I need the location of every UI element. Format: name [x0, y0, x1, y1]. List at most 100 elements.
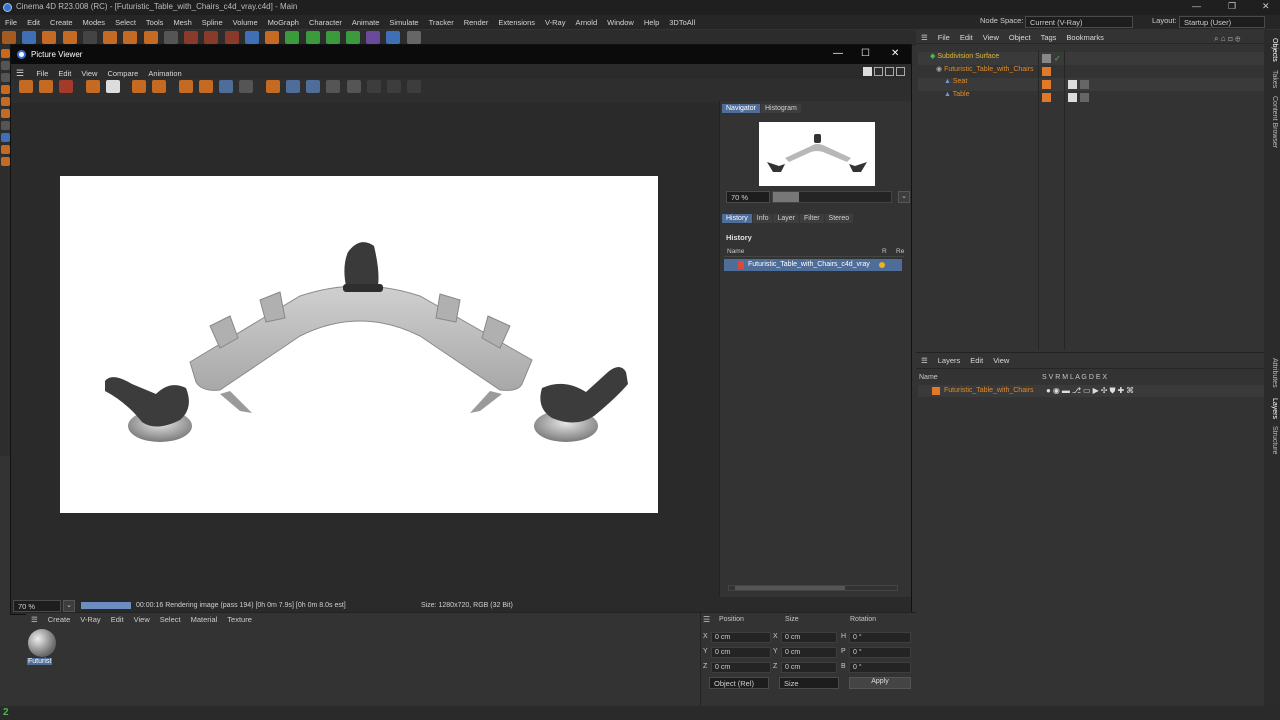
recent-tools-icon[interactable]	[82, 31, 97, 44]
enabled-check-icon[interactable]: ✓	[1054, 54, 1061, 63]
light-icon[interactable]	[406, 31, 421, 44]
vtab-objects[interactable]: Objects	[1271, 38, 1278, 62]
rotation-b-field[interactable]: 0 °	[849, 662, 911, 673]
rendered-image[interactable]	[60, 176, 658, 513]
split-horizontal-icon[interactable]	[285, 80, 300, 93]
position-x-field[interactable]: 0 cm	[711, 632, 771, 643]
pv-zoom-field[interactable]: 70 %	[13, 600, 61, 612]
history-col-re[interactable]: Re	[896, 248, 904, 255]
rotation-p-field[interactable]: 0 °	[849, 647, 911, 658]
region-icon[interactable]	[178, 80, 193, 93]
zoom-chevron-down-icon[interactable]: ⌄	[63, 600, 75, 612]
array-icon[interactable]	[305, 31, 320, 44]
close-button[interactable]: ✕	[1262, 1, 1270, 12]
menu-3dtoall[interactable]: 3DToAll	[664, 15, 700, 27]
tab-filter[interactable]: Filter	[799, 214, 824, 223]
lm-menu-layers[interactable]: Layers	[933, 353, 966, 368]
layer-color-swatch[interactable]	[1042, 67, 1051, 76]
menu-arnold[interactable]: Arnold	[570, 15, 602, 27]
camera-icon[interactable]	[386, 31, 401, 44]
material-label[interactable]: Futurist	[27, 658, 53, 665]
maximize-button[interactable]: ❐	[1228, 1, 1236, 12]
set-a-icon[interactable]	[326, 80, 341, 93]
mm-menu-texture[interactable]: Texture	[222, 613, 257, 626]
pen-icon[interactable]	[265, 31, 280, 44]
object-row-group[interactable]: ◉ Futuristic_Table_with_Chairs	[918, 65, 1264, 78]
om-menu-bookmarks[interactable]: Bookmarks	[1061, 30, 1109, 45]
position-y-field[interactable]: 0 cm	[711, 647, 771, 658]
menu-volume[interactable]: Volume	[228, 15, 263, 27]
navigator-thumbnail[interactable]	[759, 122, 875, 186]
layer-color-swatch[interactable]	[932, 387, 940, 395]
subdivision-icon[interactable]	[285, 31, 300, 44]
apply-button[interactable]: Apply	[849, 677, 911, 689]
navigator-zoom-slider[interactable]	[772, 191, 892, 203]
polygons-mode-icon[interactable]	[1, 109, 10, 118]
pv-minimize-button[interactable]: —	[833, 48, 843, 59]
om-menu-object[interactable]: Object	[1004, 30, 1036, 45]
size-z-field[interactable]: 0 cm	[781, 662, 837, 673]
om-menu-view[interactable]: View	[978, 30, 1004, 45]
menu-create[interactable]: Create	[45, 15, 78, 27]
rotation-h-field[interactable]: 0 °	[849, 632, 911, 643]
menu-animate[interactable]: Animate	[347, 15, 385, 27]
render-picture-viewer-icon[interactable]	[204, 31, 219, 44]
move-tool-icon[interactable]	[22, 31, 37, 44]
pv-close-button[interactable]: ✕	[891, 48, 899, 59]
mm-menu-vray[interactable]: V-Ray	[75, 613, 105, 626]
z-axis-icon[interactable]	[143, 31, 158, 44]
size-x-field[interactable]: 0 cm	[781, 632, 837, 643]
menu-render[interactable]: Render	[459, 15, 494, 27]
hamburger-icon[interactable]: ☰	[916, 30, 933, 45]
coordinate-system-icon[interactable]	[163, 31, 178, 44]
hamburger-icon[interactable]: ☰	[703, 615, 710, 624]
rotate-tool-icon[interactable]	[62, 31, 77, 44]
vtab-layers[interactable]: Layers	[1271, 398, 1278, 419]
texture-tag-icon[interactable]	[1080, 93, 1089, 102]
layer-color-swatch[interactable]	[1042, 80, 1051, 89]
y-axis-icon[interactable]	[123, 31, 138, 44]
om-search-icons[interactable]: ⌕ ⌂ ⊡ ⊕	[1214, 34, 1240, 44]
menu-vray[interactable]: V-Ray	[540, 15, 570, 27]
channels-icon[interactable]	[219, 80, 234, 93]
history-col-name[interactable]: Name	[727, 248, 744, 255]
undo-icon[interactable]	[2, 31, 16, 44]
hamburger-icon[interactable]: ☰	[26, 613, 43, 626]
menu-simulate[interactable]: Simulate	[384, 15, 423, 27]
stop-render-icon[interactable]	[59, 80, 74, 93]
om-menu-tags[interactable]: Tags	[1036, 30, 1062, 45]
pv-layout-icons[interactable]	[863, 67, 908, 77]
diff-icon[interactable]	[386, 80, 401, 93]
menu-select[interactable]: Select	[110, 15, 141, 27]
toggle-icon[interactable]	[407, 80, 422, 93]
history-list-item[interactable]: Futuristic_Table_with_Chairs_c4d_vray	[724, 259, 902, 271]
visibility-toggle[interactable]	[1042, 54, 1051, 63]
size-mode-dropdown[interactable]: Size	[779, 677, 839, 689]
cube-icon[interactable]	[244, 31, 259, 44]
size-y-field[interactable]: 0 cm	[781, 647, 837, 658]
minimize-button[interactable]: —	[1192, 1, 1201, 11]
tab-history[interactable]: History	[722, 214, 752, 223]
layer-color-swatch[interactable]	[1042, 93, 1051, 102]
tab-navigator[interactable]: Navigator	[722, 104, 760, 113]
object-row-seat[interactable]: ▲ Seat	[918, 78, 1264, 91]
menu-edit[interactable]: Edit	[22, 15, 45, 27]
ab-compare-icon[interactable]	[265, 80, 280, 93]
menu-character[interactable]: Character	[304, 15, 347, 27]
vtab-structure[interactable]: Structure	[1271, 426, 1278, 454]
tab-info[interactable]: Info	[752, 214, 773, 223]
edges-mode-icon[interactable]	[1, 97, 10, 106]
swap-icon[interactable]	[366, 80, 381, 93]
mm-menu-view[interactable]: View	[129, 613, 155, 626]
x-axis-icon[interactable]	[103, 31, 118, 44]
layer-flag-icons[interactable]: ●◉▬⎇▭▶✣⛊✚⌘	[1046, 386, 1136, 396]
tab-histogram[interactable]: Histogram	[760, 104, 801, 113]
position-z-field[interactable]: 0 cm	[711, 662, 771, 673]
lm-menu-edit[interactable]: Edit	[965, 353, 988, 368]
snap-icon[interactable]	[1, 133, 10, 142]
tab-stereo[interactable]: Stereo	[824, 214, 854, 223]
om-menu-edit[interactable]: Edit	[955, 30, 978, 45]
navigator-zoom-field[interactable]: 70 %	[726, 191, 770, 203]
material-tag-icon[interactable]	[1068, 80, 1077, 89]
scene-icon[interactable]	[366, 31, 381, 44]
